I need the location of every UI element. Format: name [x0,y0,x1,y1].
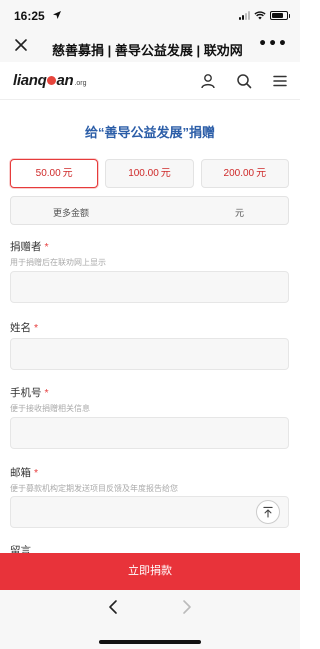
amount-option-50[interactable]: 50.00 元 [10,159,99,188]
custom-amount-placeholder: 更多金额 [53,208,90,218]
home-indicator[interactable] [99,640,201,644]
amount-option-200[interactable]: 200.00 元 [200,159,289,188]
custom-amount-input[interactable]: 更多金额 元 [10,196,289,225]
app-header: 慈善募捐 | 善导公益发展 | 联劝网 ••• [0,34,300,62]
wifi-icon [254,11,266,20]
name-label: 姓名 * [10,322,39,334]
location-arrow-icon [53,11,61,19]
chevron-left-icon[interactable] [106,599,120,615]
back-to-top-icon[interactable] [256,500,280,524]
site-logo[interactable]: lianq an .org [13,72,86,90]
status-time: 16:25 [14,9,45,23]
required-mark: * [44,241,49,253]
browser-bottom-bar [0,590,300,649]
status-bar: 16:25 [0,0,300,34]
page-title: 慈善募捐 | 善导公益发展 | 联劝网 [52,43,243,58]
phone-hint: 便于接收捐赠相关信息 [10,404,90,413]
donor-hint: 用于捐赠后在联劝网上显示 [10,258,106,267]
donation-page: 16:25 慈善募捐 | 善导公益发展 | 联劝网 ••• lianq an .… [0,0,300,649]
site-nav: lianq an .org [0,62,300,100]
email-label: 邮箱 * [10,467,39,479]
email-input[interactable] [10,496,289,528]
donate-now-button[interactable]: 立即捐款 [0,553,300,590]
user-icon[interactable] [200,73,216,89]
phone-label: 手机号 * [10,387,49,399]
message-label: 留言 [10,545,31,553]
custom-amount-unit: 元 [234,208,244,218]
chevron-right-icon[interactable] [180,599,194,615]
name-input[interactable] [10,338,289,370]
logo-dot-icon [47,76,57,85]
signal-icon [239,11,250,20]
form-title: 给“善导公益发展”捐赠 [84,125,215,140]
required-mark: * [34,467,39,479]
required-mark: * [34,322,39,334]
battery-icon [270,11,290,20]
nav-icons [200,73,288,89]
more-icon[interactable]: ••• [258,36,288,52]
donor-input[interactable] [10,271,289,303]
amount-option-100[interactable]: 100.00 元 [105,159,194,188]
email-hint: 便于募款机构定期发送项目反馈及年度报告给您 [10,484,178,493]
donor-label: 捐赠者 * [10,241,49,253]
search-icon[interactable] [236,73,252,89]
amount-options: 50.00 元 100.00 元 200.00 元 [10,159,289,188]
close-icon[interactable] [14,38,28,52]
required-mark: * [44,387,49,399]
phone-input[interactable] [10,417,289,449]
menu-icon[interactable] [272,73,288,89]
status-indicators [239,11,290,20]
